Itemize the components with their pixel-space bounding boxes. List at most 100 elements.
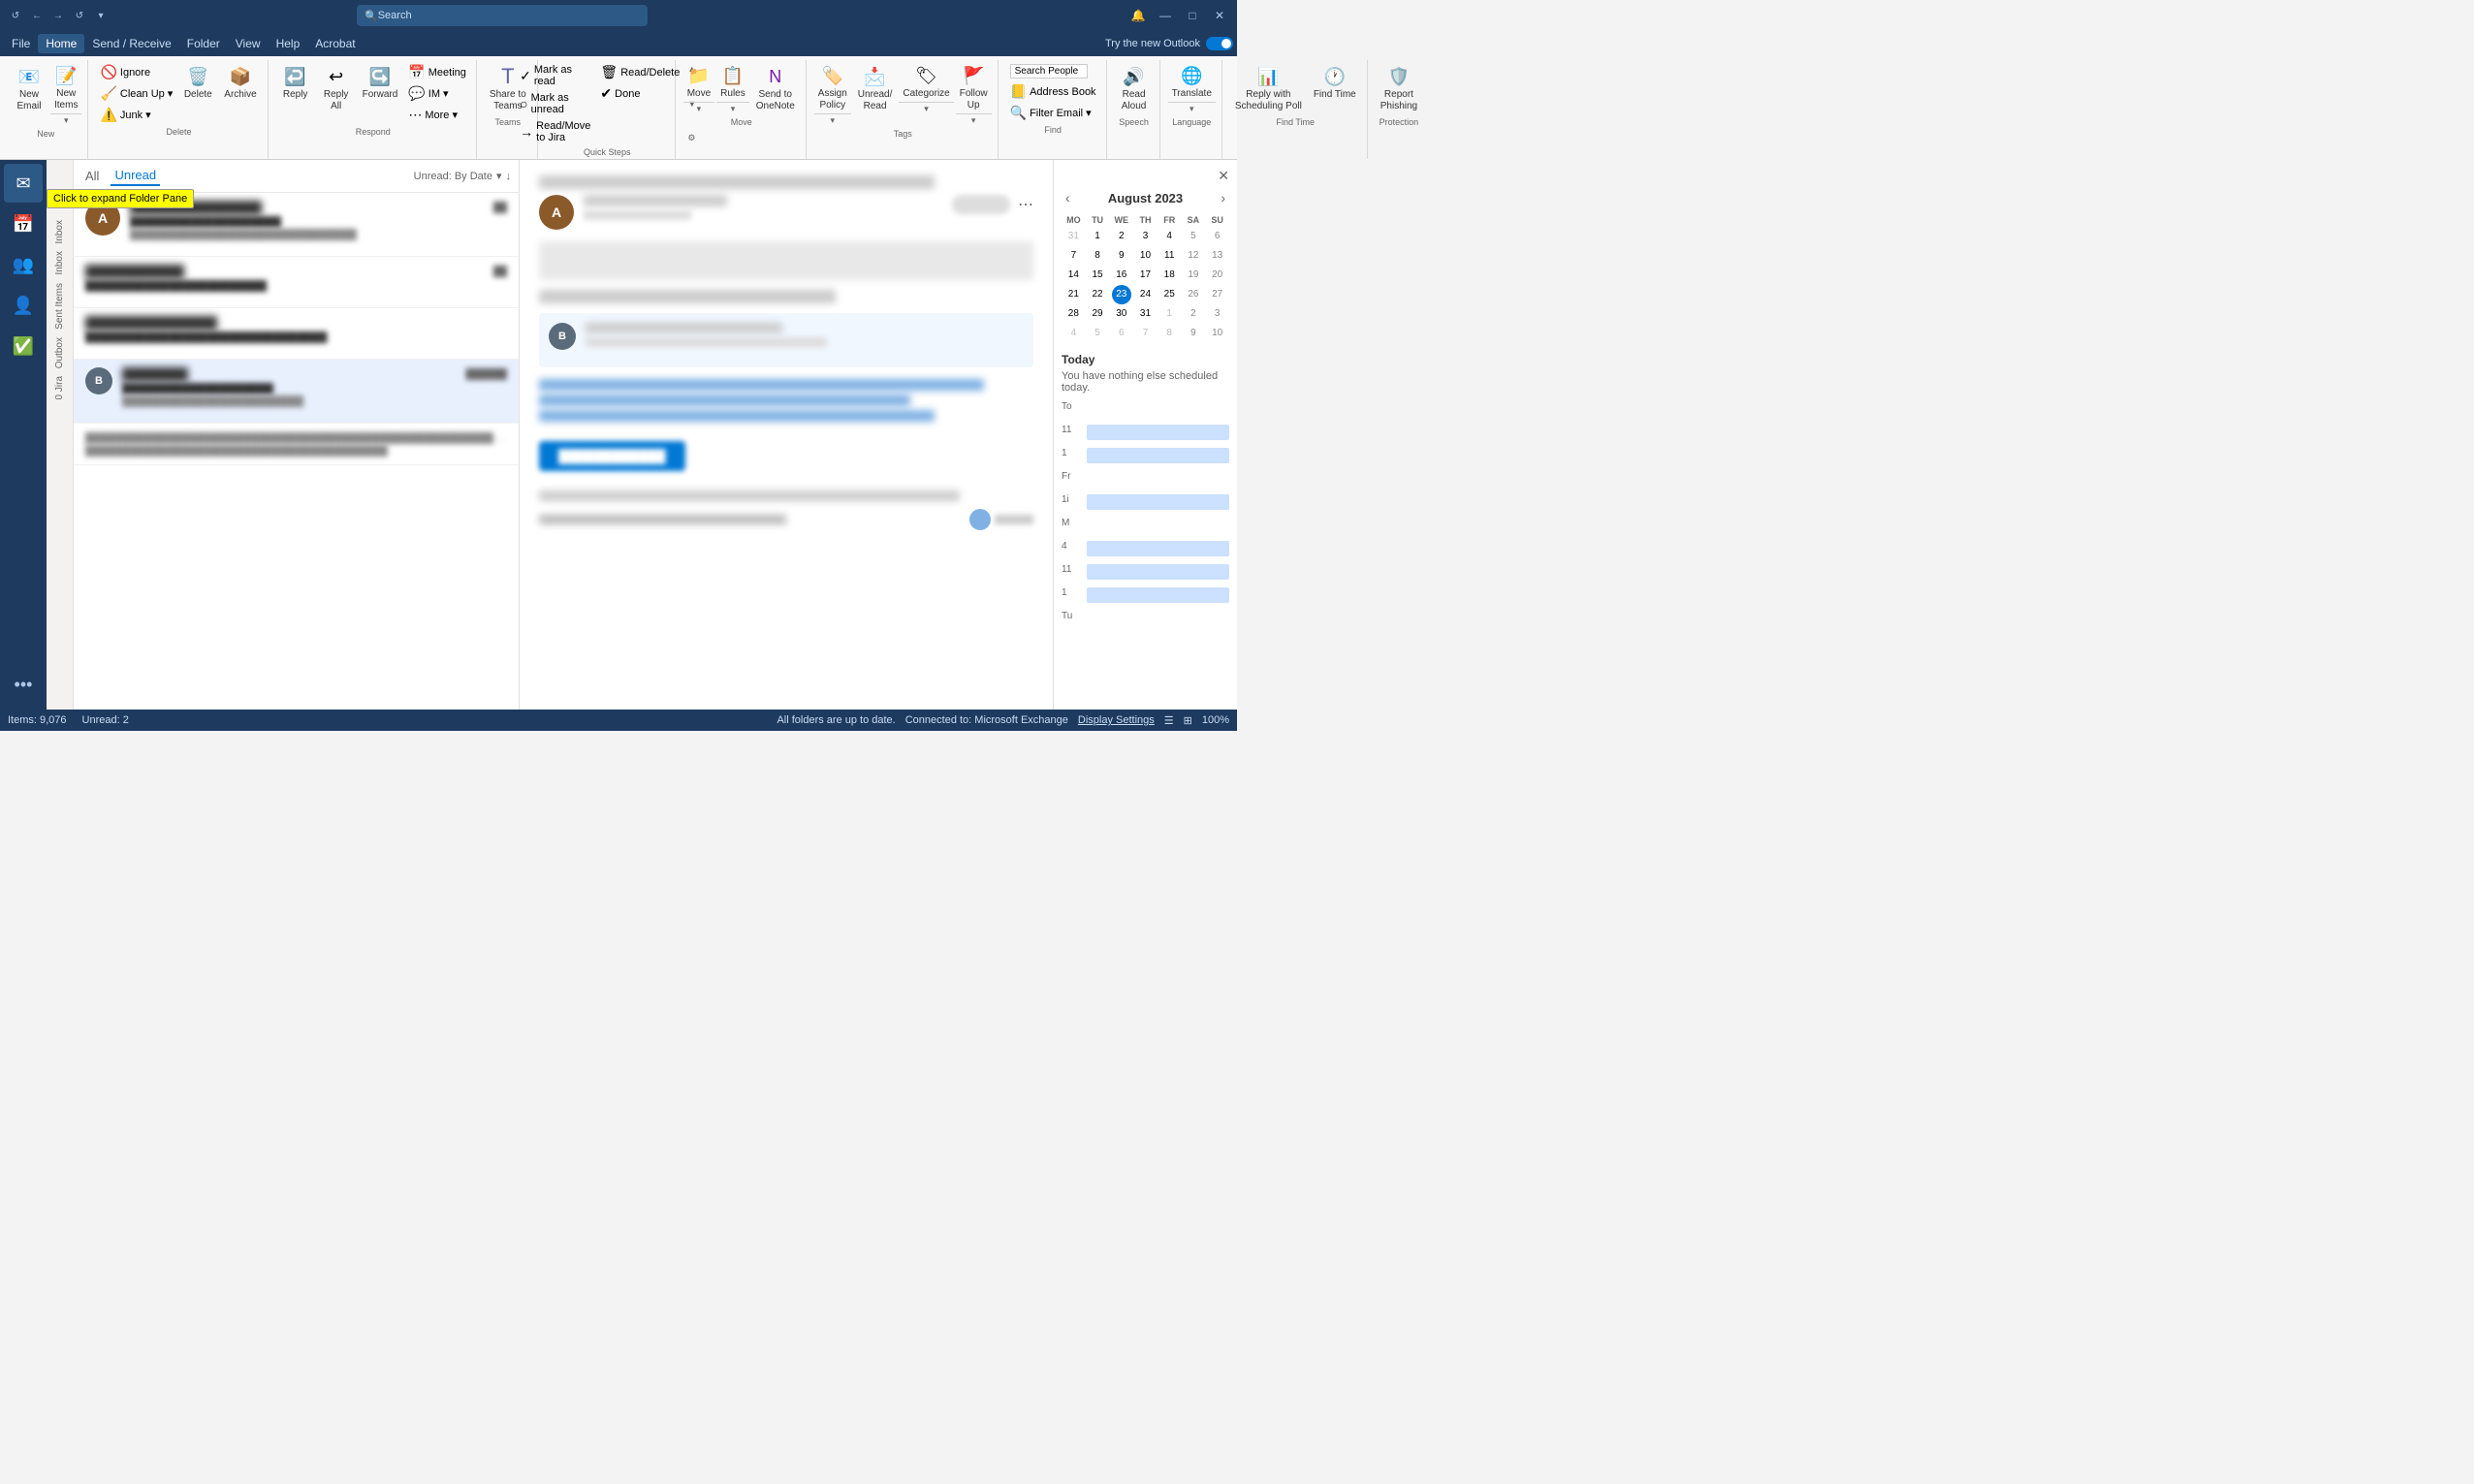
folder-inbox2[interactable]: Inbox (54, 251, 65, 274)
calendar-day[interactable]: 9 (1109, 246, 1133, 266)
calendar-day[interactable]: 23 (1112, 285, 1131, 304)
categorize-main[interactable]: 🏷 Categorize (899, 62, 953, 102)
calendar-day[interactable]: 7 (1062, 246, 1086, 266)
calendar-day[interactable]: 5 (1086, 324, 1110, 343)
address-book-btn[interactable]: 📒 Address Book (1006, 81, 1100, 102)
new-items-btn[interactable]: 📝 NewItems ▾ (50, 62, 81, 127)
ignore-btn[interactable]: 🚫 Ignore (96, 62, 176, 82)
menu-home[interactable]: Home (38, 34, 84, 53)
calendar-day[interactable]: 10 (1205, 324, 1229, 343)
calendar-day[interactable]: 16 (1109, 266, 1133, 285)
notification-icon[interactable]: 🔔 (1128, 6, 1148, 25)
menu-help[interactable]: Help (269, 34, 308, 53)
calendar-day[interactable]: 5 (1182, 227, 1206, 246)
calendar-day[interactable]: 18 (1158, 266, 1182, 285)
nav-people-icon[interactable]: 👤 (4, 286, 43, 325)
email-item[interactable]: B ████████ ██████ ████████████████████ █… (74, 360, 519, 424)
forward-icon[interactable]: → (50, 8, 66, 23)
im-btn[interactable]: 💬 IM ▾ (404, 83, 470, 104)
calendar-day[interactable]: 17 (1133, 266, 1158, 285)
follow-up-dropdown[interactable]: ▾ (956, 113, 992, 127)
done-btn[interactable]: ✔ Done (596, 83, 683, 104)
calendar-day[interactable]: 27 (1205, 285, 1229, 304)
rules-dropdown[interactable]: ▾ (716, 102, 749, 115)
calendar-day[interactable]: 26 (1182, 285, 1206, 304)
time-event-4[interactable] (1087, 541, 1229, 556)
filter-dropdown[interactable]: Unread: By Date ▾ ↓ (414, 170, 511, 182)
time-event-11a[interactable] (1087, 425, 1229, 440)
menu-folder[interactable]: Folder (179, 34, 228, 53)
calendar-day[interactable]: 21 (1062, 285, 1086, 304)
calendar-day[interactable]: 3 (1205, 304, 1229, 324)
calendar-day[interactable]: 31 (1133, 304, 1158, 324)
reading-cta-btn[interactable]: ████████████ (539, 441, 685, 471)
calendar-day[interactable]: 20 (1205, 266, 1229, 285)
delete-btn[interactable]: 🗑️ Delete (178, 62, 217, 104)
junk-arrow[interactable]: ▾ (145, 109, 151, 121)
reply-scheduling-btn[interactable]: 📊 Reply withScheduling Poll (1230, 62, 1307, 115)
move-main[interactable]: 📁 Move (683, 62, 714, 102)
calendar-day[interactable]: 28 (1062, 304, 1086, 324)
reply-btn[interactable]: ↩️ Reply (276, 62, 315, 104)
maximize-btn[interactable]: □ (1183, 6, 1202, 25)
cal-next-btn[interactable]: › (1217, 188, 1229, 207)
folder-jira[interactable]: 0 Jira (54, 376, 65, 399)
assign-policy-dropdown[interactable]: ▾ (814, 113, 851, 127)
calendar-day[interactable]: 4 (1062, 324, 1086, 343)
new-items-main[interactable]: 📝 NewItems (50, 62, 81, 113)
refresh-icon[interactable]: ↺ (8, 8, 23, 23)
email-item[interactable]: ████████████████████████████████████████… (74, 424, 519, 465)
calendar-day[interactable]: 3 (1133, 227, 1158, 246)
email-item[interactable]: ████████████████ ███████████████████████… (74, 308, 519, 360)
meeting-btn[interactable]: 📅 Meeting (404, 62, 470, 82)
menu-send-receive[interactable]: Send / Receive (84, 34, 178, 53)
filter-email-btn[interactable]: 🔍 Filter Email ▾ (1006, 103, 1100, 123)
move-dropdown[interactable]: ▾ (683, 102, 714, 115)
calendar-day[interactable]: 6 (1205, 227, 1229, 246)
email-item[interactable]: ████████████ ██ ████████████████████████ (74, 257, 519, 308)
time-event-11b[interactable] (1087, 564, 1229, 580)
nav-mail-icon[interactable]: ✉ (4, 164, 43, 203)
calendar-day[interactable]: 24 (1133, 285, 1158, 304)
calendar-day[interactable]: 19 (1182, 266, 1206, 285)
time-event-1a[interactable] (1087, 448, 1229, 463)
time-event-1b[interactable] (1087, 587, 1229, 603)
filter-email-arrow[interactable]: ▾ (1086, 107, 1092, 119)
reply-all-btn[interactable]: ↩ ReplyAll (317, 62, 356, 115)
calendar-day[interactable]: 31 (1062, 227, 1086, 246)
calendar-day[interactable]: 1 (1086, 227, 1110, 246)
menu-acrobat[interactable]: Acrobat (307, 34, 363, 53)
assign-policy-main[interactable]: 🏷️ AssignPolicy (814, 62, 851, 113)
menu-file[interactable]: File (4, 34, 38, 53)
back-icon[interactable]: ← (29, 8, 45, 23)
categorize-btn[interactable]: 🏷 Categorize ▾ (899, 62, 953, 115)
calendar-day[interactable]: 25 (1158, 285, 1182, 304)
move-btn[interactable]: 📁 Move ▾ (683, 62, 714, 115)
display-settings-btn[interactable]: Display Settings (1078, 714, 1155, 726)
search-people-btn[interactable]: Search People (1006, 62, 1100, 80)
calendar-day[interactable]: 15 (1086, 266, 1110, 285)
archive-btn[interactable]: 📦 Archive (219, 62, 261, 104)
categorize-dropdown[interactable]: ▾ (899, 102, 953, 115)
assign-policy-btn[interactable]: 🏷️ AssignPolicy ▾ (814, 62, 851, 127)
tab-unread[interactable]: Unread (111, 166, 160, 186)
folder-inbox[interactable]: Inbox (54, 220, 65, 243)
calendar-day[interactable]: 29 (1086, 304, 1110, 324)
more-btn[interactable]: ⋯ More ▾ (404, 105, 470, 125)
mark-unread-btn[interactable]: ○ Mark as unread (516, 90, 594, 117)
calendar-day[interactable]: 14 (1062, 266, 1086, 285)
minimize-btn[interactable]: — (1156, 6, 1175, 25)
rules-main[interactable]: 📋 Rules (716, 62, 749, 102)
new-email-btn[interactable]: 📧 NewEmail (10, 62, 48, 115)
calendar-day[interactable]: 11 (1158, 246, 1182, 266)
follow-up-main[interactable]: 🚩 FollowUp (956, 62, 992, 113)
folder-sent-items[interactable]: Sent Items (54, 283, 65, 330)
translate-main[interactable]: 🌐 Translate (1168, 62, 1216, 102)
calendar-close-btn[interactable]: ✕ (1218, 168, 1229, 184)
calendar-day[interactable]: 30 (1109, 304, 1133, 324)
calendar-day[interactable]: 2 (1109, 227, 1133, 246)
send-onenote-btn[interactable]: N Send toOneNote (751, 62, 800, 115)
nav-contacts-icon[interactable]: 👥 (4, 245, 43, 284)
report-phishing-btn[interactable]: 🛡️ ReportPhishing (1376, 62, 1422, 115)
cleanup-btn[interactable]: 🧹 Clean Up ▾ (96, 83, 176, 104)
